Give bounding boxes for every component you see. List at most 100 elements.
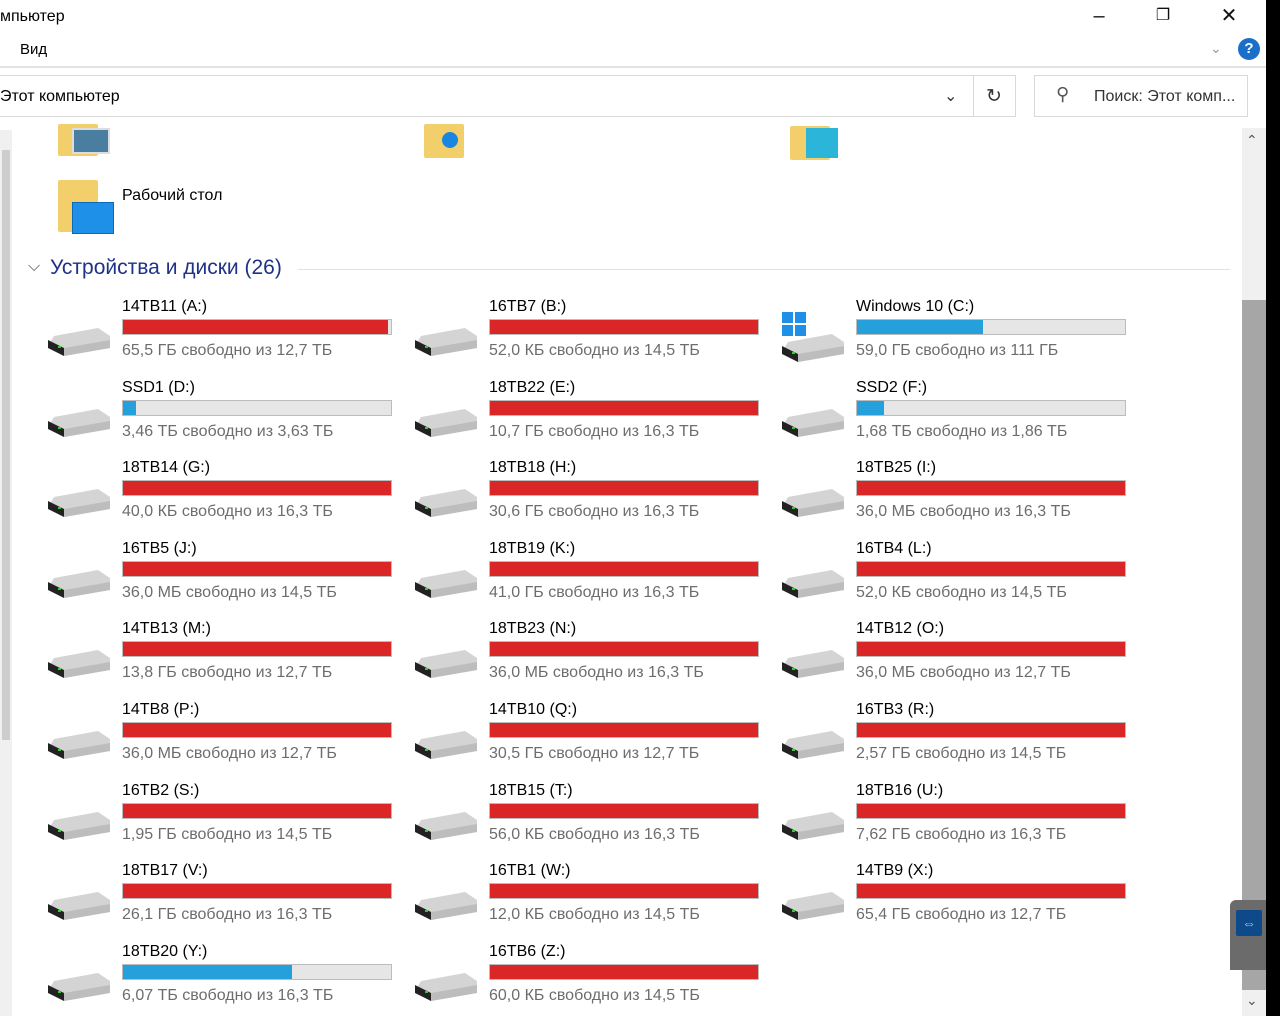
close-button[interactable]: ✕ xyxy=(1206,2,1252,30)
drive-item[interactable]: 18TB25 (I:) 36,0 МБ свободно из 16,3 ТБ xyxy=(782,459,1142,539)
desktop-folder-icon[interactable] xyxy=(58,180,114,234)
drive-name: 14TB13 (M:) xyxy=(122,620,211,638)
drive-name: 14TB9 (X:) xyxy=(856,862,934,880)
drive-name: 14TB11 (A:) xyxy=(122,298,208,315)
drive-usage-bar xyxy=(122,802,392,819)
drive-usage-bar xyxy=(489,560,759,577)
drive-usage-fill xyxy=(490,964,758,979)
drive-item[interactable]: 18TB20 (Y:) 6,07 ТБ свободно из 16,3 ТБ xyxy=(48,943,408,1023)
scroll-down-icon[interactable]: ⌄ xyxy=(1246,992,1258,1009)
hard-drive-icon xyxy=(48,972,110,1001)
help-icon[interactable]: ? xyxy=(1238,38,1260,60)
drive-item[interactable]: 16TB1 (W:) 12,0 КБ свободно из 14,5 ТБ xyxy=(415,862,775,942)
drive-item[interactable]: 14TB8 (P:) 36,0 МБ свободно из 12,7 ТБ xyxy=(48,701,408,781)
drive-item[interactable]: 14TB13 (M:) 13,8 ГБ свободно из 12,7 ТБ xyxy=(48,620,408,700)
minimize-button[interactable]: – xyxy=(1076,2,1122,30)
drive-usage-fill xyxy=(490,723,758,737)
drive-free-space: 36,0 МБ свободно из 16,3 ТБ xyxy=(856,503,1071,521)
drive-usage-bar xyxy=(489,963,759,980)
drive-usage-fill xyxy=(857,320,983,334)
drive-item[interactable]: 16TB2 (S:) 1,95 ГБ свободно из 14,5 ТБ xyxy=(48,782,408,862)
drive-usage-bar xyxy=(122,319,392,335)
scroll-up-icon[interactable]: ⌃ xyxy=(1246,132,1258,149)
drive-name: 18TB19 (K:) xyxy=(489,539,576,557)
drive-item[interactable]: 18TB19 (K:) 41,0 ГБ свободно из 16,3 ТБ xyxy=(415,540,775,620)
collapse-chevron-icon[interactable]: ⌵ xyxy=(28,258,40,276)
drive-item[interactable]: SSD1 (D:) 3,46 ТБ свободно из 3,63 ТБ xyxy=(48,379,408,459)
drive-name: 16TB3 (R:) xyxy=(856,701,935,718)
drive-item[interactable]: 16TB4 (L:) 52,0 КБ свободно из 14,5 ТБ xyxy=(782,540,1142,620)
drive-item[interactable]: 14TB10 (Q:) 30,5 ГБ свободно из 12,7 ТБ xyxy=(415,701,775,781)
drive-usage-bar xyxy=(122,963,392,980)
drive-name: 18TB14 (G:) xyxy=(122,459,211,477)
drive-free-space: 26,1 ГБ свободно из 16,3 ТБ xyxy=(122,906,333,924)
drive-usage-bar xyxy=(489,722,759,738)
pictures-folder-icon[interactable] xyxy=(58,124,110,156)
drive-item[interactable]: 16TB3 (R:) 2,57 ГБ свободно из 14,5 ТБ xyxy=(782,701,1142,781)
drive-item[interactable]: 18TB22 (E:) 10,7 ГБ свободно из 16,3 ТБ xyxy=(415,379,775,459)
chevron-down-icon[interactable]: ⌄ xyxy=(944,86,957,106)
window-title: мпьютер xyxy=(0,8,65,25)
drive-usage-bar xyxy=(122,641,392,658)
drive-usage-fill xyxy=(490,400,758,415)
drive-item[interactable]: SSD2 (F:) 1,68 ТБ свободно из 1,86 ТБ xyxy=(782,379,1142,459)
address-bar[interactable] xyxy=(0,75,1016,117)
teamviewer-panel[interactable]: ⇔ xyxy=(1230,900,1266,970)
drive-item[interactable]: 18TB23 (N:) 36,0 МБ свободно из 16,3 ТБ xyxy=(415,620,775,700)
drive-item[interactable]: 14TB9 (X:) 65,4 ГБ свободно из 12,7 ТБ xyxy=(782,862,1142,942)
drive-free-space: 7,62 ГБ свободно из 16,3 ТБ xyxy=(856,825,1067,843)
drive-usage-fill xyxy=(123,723,391,737)
teamviewer-icon[interactable]: ⇔ xyxy=(1236,910,1262,936)
drive-item[interactable]: 18TB15 (T:) 56,0 КБ свободно из 16,3 ТБ xyxy=(415,782,775,862)
restore-button[interactable]: ❐ xyxy=(1140,2,1186,30)
drive-item[interactable]: 18TB16 (U:) 7,62 ГБ свободно из 16,3 ТБ xyxy=(782,782,1142,862)
drive-item[interactable]: 16TB5 (J:) 36,0 МБ свободно из 14,5 ТБ xyxy=(48,540,408,620)
drive-usage-fill xyxy=(490,803,758,818)
drive-usage-fill xyxy=(490,642,758,657)
ribbon-expand-icon[interactable]: ⌄ xyxy=(1210,40,1222,57)
drive-name: 18TB23 (N:) xyxy=(489,620,577,638)
address-path[interactable]: Этот компьютер xyxy=(0,88,120,106)
left-scrollbar-thumb[interactable] xyxy=(2,150,10,740)
hard-drive-icon xyxy=(782,892,844,921)
section-title[interactable]: Устройства и диски (26) xyxy=(50,256,282,280)
hard-drive-icon xyxy=(415,972,477,1001)
drive-usage-fill xyxy=(123,561,391,576)
divider xyxy=(0,66,1268,68)
3d-objects-folder-icon[interactable] xyxy=(790,126,838,160)
drive-usage-bar xyxy=(856,319,1126,335)
drive-free-space: 1,68 ТБ свободно из 1,86 ТБ xyxy=(856,422,1068,440)
drive-free-space: 1,95 ГБ свободно из 14,5 ТБ xyxy=(122,825,333,843)
drive-name: 16TB2 (S:) xyxy=(122,781,200,799)
drive-item[interactable]: 18TB14 (G:) 40,0 КБ свободно из 16,3 ТБ xyxy=(48,459,408,539)
right-scrollbar-thumb[interactable] xyxy=(1242,300,1266,990)
drive-usage-fill xyxy=(123,481,391,496)
refresh-icon[interactable]: ↻ xyxy=(986,85,1002,108)
drive-free-space: 36,0 МБ свободно из 14,5 ТБ xyxy=(122,583,337,601)
music-folder-icon[interactable] xyxy=(424,124,464,158)
hard-drive-icon xyxy=(48,408,110,437)
drive-free-space: 30,6 ГБ свободно из 16,3 ТБ xyxy=(489,503,700,521)
drive-free-space: 36,0 МБ свободно из 12,7 ТБ xyxy=(856,664,1071,682)
drive-item[interactable]: 16TB6 (Z:) 60,0 КБ свободно из 14,5 ТБ xyxy=(415,943,775,1023)
screen-edge xyxy=(1266,0,1280,1016)
drive-free-space: 36,0 МБ свободно из 12,7 ТБ xyxy=(122,745,337,762)
hard-drive-icon xyxy=(48,892,110,921)
drive-usage-bar xyxy=(122,399,392,416)
drive-item[interactable]: 18TB18 (H:) 30,6 ГБ свободно из 16,3 ТБ xyxy=(415,459,775,539)
search-input[interactable]: Поиск: Этот комп... xyxy=(1094,88,1235,106)
hard-drive-icon xyxy=(415,328,477,356)
hard-drive-icon xyxy=(415,408,477,437)
drive-usage-bar xyxy=(856,883,1126,900)
drive-item[interactable]: Windows 10 (C:) 59,0 ГБ свободно из 111 … xyxy=(782,298,1142,378)
drive-item[interactable]: 14TB11 (A:) 65,5 ГБ свободно из 12,7 ТБ xyxy=(48,298,408,378)
drive-usage-fill xyxy=(857,561,1125,576)
drive-usage-bar xyxy=(122,722,392,738)
drive-free-space: 10,7 ГБ свободно из 16,3 ТБ xyxy=(489,422,700,440)
drive-item[interactable]: 18TB17 (V:) 26,1 ГБ свободно из 16,3 ТБ xyxy=(48,862,408,942)
ribbon-tab-view[interactable]: Вид xyxy=(20,41,47,58)
drive-item[interactable]: 16TB7 (B:) 52,0 КБ свободно из 14,5 ТБ xyxy=(415,298,775,378)
hard-drive-icon xyxy=(415,811,477,840)
drive-item[interactable]: 14TB12 (O:) 36,0 МБ свободно из 12,7 ТБ xyxy=(782,620,1142,700)
folder-desktop-label[interactable]: Рабочий стол xyxy=(122,187,222,205)
